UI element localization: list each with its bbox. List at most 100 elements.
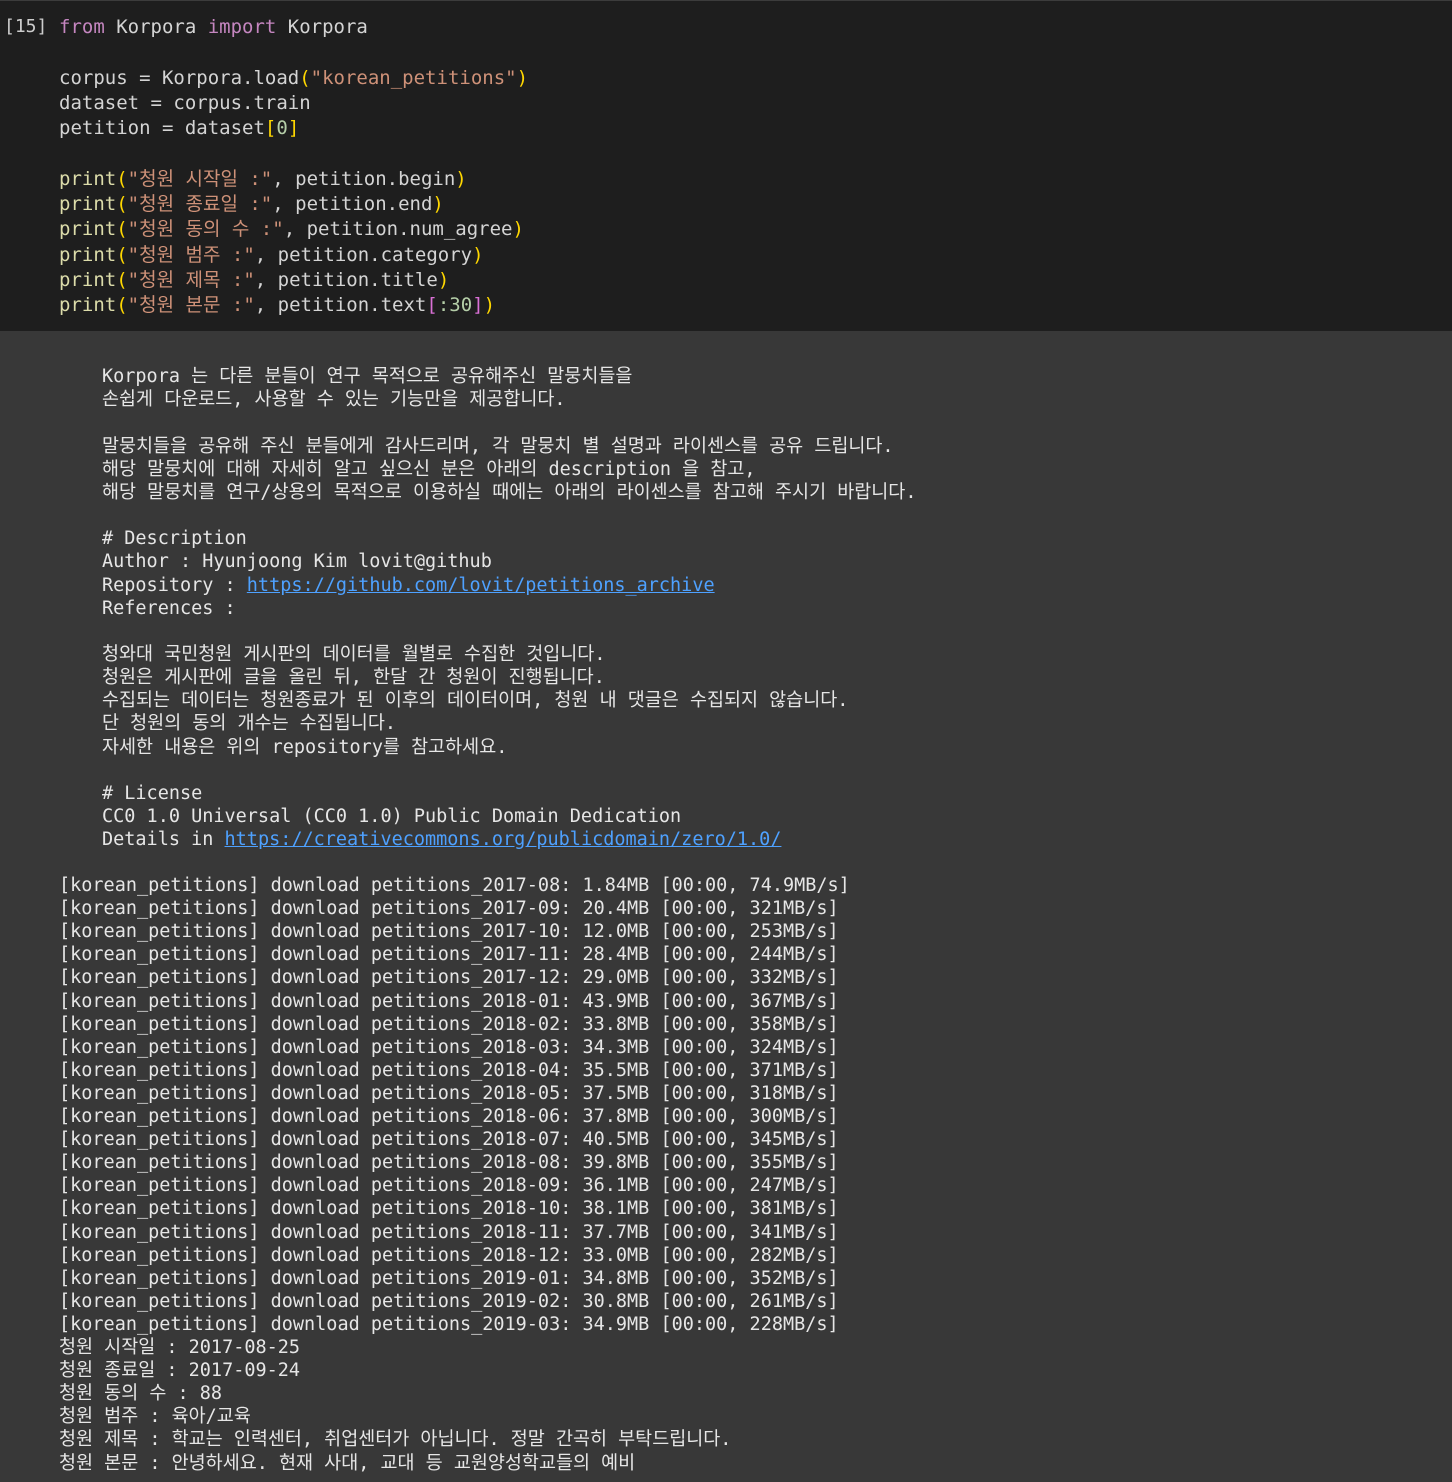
cell-output: Korpora 는 다른 분들이 연구 목적으로 공유해주신 말뭉치들을 손쉽게… [0, 331, 1452, 1482]
code-token: ] [287, 117, 300, 140]
code-token: ) [437, 269, 450, 291]
author-line: Author : Hyunjoong Kim lovit@github [102, 551, 492, 572]
code-token: ( [116, 243, 128, 266]
intro-line: 해당 말뭉치를 연구/상용의 목적으로 이용하실 때에는 아래의 라이센스를 참… [102, 482, 917, 503]
code-token: Korpora [104, 16, 208, 38]
code-line[interactable]: dataset = corpus.train [59, 91, 311, 116]
code-token: petition = dataset [59, 117, 265, 140]
result-line: 청원 본문 : 안녕하세요. 현재 사대, 교대 등 교원양성학교들의 예비 [59, 1452, 636, 1474]
license-details-line: Details in https://creativecommons.org/p… [102, 828, 781, 851]
code-line[interactable]: print("청원 시작일 :", petition.begin) [59, 167, 467, 192]
code-token: ) [472, 243, 484, 266]
code-token: "청원 본문 :" [127, 294, 255, 317]
note-line: 자세한 내용은 위의 repository를 참고하세요. [102, 737, 508, 758]
code-token: , petition.num_agree [283, 218, 513, 241]
download-log-line: [korean_petitions] download petitions_20… [59, 1129, 839, 1151]
note-line: 단 청원의 동의 개수는 수집됩니다. [102, 713, 396, 734]
code-token: corpus = Korpora.load [59, 66, 300, 89]
code-token: from [59, 16, 105, 38]
code-token: ) [483, 294, 496, 317]
download-log-line: [korean_petitions] download petitions_20… [59, 1313, 839, 1335]
code-token: :30 [437, 294, 473, 317]
code-token: ( [116, 167, 128, 190]
result-line: 청원 제목 : 학교는 인력센터, 취업센터가 아닙니다. 정말 간곡히 부탁드… [59, 1429, 732, 1451]
download-log-line: [korean_petitions] download petitions_20… [59, 1013, 839, 1035]
code-token: "korean_petitions" [310, 66, 517, 89]
execution-count: [15] [4, 16, 48, 37]
intro-line: 말뭉치들을 공유해 주신 분들에게 감사드리며, 각 말뭉치 별 설명과 라이센… [102, 436, 894, 457]
repository-line: Repository : https://github.com/lovit/pe… [102, 574, 715, 597]
code-token: , petition.begin [272, 167, 456, 190]
code-token: ( [116, 269, 128, 291]
code-token: ( [116, 294, 128, 317]
code-token: print [59, 294, 117, 317]
code-token: print [59, 269, 117, 291]
download-log-line: [korean_petitions] download petitions_20… [59, 990, 839, 1012]
code-token: "청원 종료일 :" [127, 193, 273, 216]
result-line: 청원 종료일 : 2017-09-24 [59, 1360, 301, 1382]
code-token: print [59, 218, 117, 241]
repository-label: Repository : [102, 575, 247, 596]
code-editor[interactable]: [15] from Korpora import Korpora corpus =… [0, 0, 1452, 331]
code-token: [ [426, 294, 438, 317]
code-token: import [207, 16, 277, 38]
download-log-line: [korean_petitions] download petitions_20… [59, 875, 850, 896]
note-line: 청와대 국민청원 게시판의 데이터를 월별로 수집한 것입니다. [102, 644, 606, 665]
description-heading: # Description [102, 528, 247, 549]
result-line: 청원 시작일 : 2017-08-25 [59, 1337, 301, 1358]
code-token: ] [472, 294, 484, 317]
license-details-label: Details in [102, 829, 225, 850]
download-log-line: [korean_petitions] download petitions_20… [59, 944, 839, 966]
download-log-line: [korean_petitions] download petitions_20… [59, 921, 839, 943]
references-line: References : [102, 598, 236, 619]
code-token: dataset = corpus.train [59, 91, 311, 114]
download-log-line: [korean_petitions] download petitions_20… [59, 1267, 839, 1289]
download-log-line: [korean_petitions] download petitions_20… [59, 1290, 839, 1312]
code-token: "청원 시작일 :" [127, 167, 273, 190]
code-line[interactable]: print("청원 범주 :", petition.category) [59, 243, 484, 268]
intro-line: 해당 말뭉치에 대해 자세히 알고 싶으신 분은 아래의 description… [102, 459, 756, 480]
download-log-line: [korean_petitions] download petitions_20… [59, 1059, 839, 1081]
note-line: 수집되는 데이터는 청원종료가 된 이후의 데이터이며, 청원 내 댓글은 수집… [102, 690, 849, 711]
code-token: , petition.title [254, 269, 438, 291]
result-line: 청원 범주 : 육아/교육 [59, 1406, 251, 1428]
code-line[interactable]: from Korpora import Korpora [59, 15, 368, 40]
code-token: [ [264, 117, 277, 140]
note-line: 청원은 게시판에 글을 올린 뒤, 한달 간 청원이 진행됩니다. [102, 667, 605, 688]
intro-line: Korpora 는 다른 분들이 연구 목적으로 공유해주신 말뭉치들을 [102, 366, 633, 387]
license-name: CC0 1.0 Universal (CC0 1.0) Public Domai… [102, 806, 682, 827]
license-heading: # License [102, 783, 203, 804]
code-token: print [59, 167, 117, 190]
result-line: 청원 동의 수 : 88 [59, 1383, 223, 1405]
code-line[interactable]: petition = dataset[0] [59, 116, 299, 141]
code-token: ( [116, 218, 128, 241]
code-token: print [59, 243, 117, 266]
repository-link[interactable]: https://github.com/lovit/petitions_archi… [247, 575, 715, 596]
code-token: "청원 범주 :" [127, 243, 255, 266]
code-line[interactable]: print("청원 제목 :", petition.title) [59, 268, 449, 293]
code-line[interactable]: corpus = Korpora.load("korean_petitions"… [59, 66, 528, 91]
code-token: ) [432, 193, 444, 216]
intro-line: 손쉽게 다운로드, 사용할 수 있는 기능만을 제공합니다. [102, 389, 566, 410]
download-log-line: [korean_petitions] download petitions_20… [59, 1198, 839, 1220]
download-log-line: [korean_petitions] download petitions_20… [59, 1082, 839, 1104]
download-log-line: [korean_petitions] download petitions_20… [59, 1175, 839, 1197]
code-token: ) [512, 218, 524, 241]
download-log-line: [korean_petitions] download petitions_20… [59, 898, 839, 920]
code-token: ) [455, 167, 467, 190]
download-log-line: [korean_petitions] download petitions_20… [59, 967, 839, 989]
code-token: , petition.text [254, 294, 427, 317]
download-log-line: [korean_petitions] download petitions_20… [59, 1244, 839, 1266]
download-log-line: [korean_petitions] download petitions_20… [59, 1152, 839, 1174]
code-token: print [59, 193, 117, 216]
code-line[interactable]: print("청원 본문 :", petition.text[:30]) [59, 293, 495, 318]
code-line[interactable]: print("청원 종료일 :", petition.end) [59, 192, 444, 217]
license-link[interactable]: https://creativecommons.org/publicdomain… [225, 829, 782, 850]
code-token: ( [299, 66, 311, 89]
code-line[interactable]: print("청원 동의 수 :", petition.num_agree) [59, 217, 524, 242]
code-token: ( [116, 193, 128, 216]
code-token: "청원 제목 :" [127, 269, 255, 291]
download-log-line: [korean_petitions] download petitions_20… [59, 1106, 839, 1127]
download-log-line: [korean_petitions] download petitions_20… [59, 1221, 839, 1243]
code-token: "청원 동의 수 :" [127, 218, 284, 241]
